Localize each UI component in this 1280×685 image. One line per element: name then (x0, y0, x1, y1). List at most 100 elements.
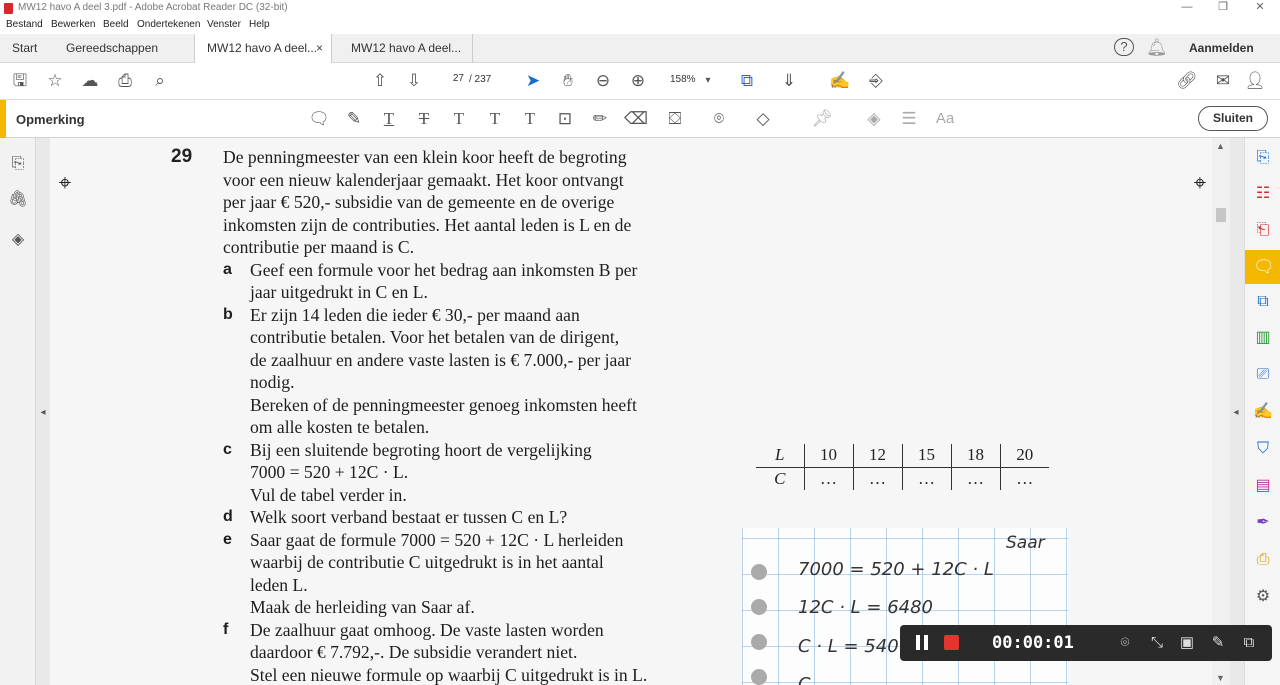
attachments-icon[interactable]: 🖇︎ (8, 190, 28, 210)
send-sign-icon[interactable]: ✒ (1253, 513, 1273, 533)
zoom-dropdown-icon[interactable]: ▾ (701, 71, 715, 91)
attach-icon[interactable]: ⌾ (706, 109, 732, 129)
zoom-out-icon[interactable]: ⊖ (592, 71, 614, 91)
print-icon[interactable]: ⎙ (114, 71, 136, 91)
pencil-icon[interactable]: ✏︎ (589, 109, 611, 129)
screenshot-region-icon[interactable]: ⌾ (1114, 633, 1136, 653)
intro-line: voor een nieuw kalenderjaar gemaakt. Het… (223, 169, 624, 190)
close-comment-button[interactable]: Sluiten (1198, 106, 1268, 131)
draw-icon[interactable]: ✎ (1207, 633, 1229, 653)
zoom-in-icon[interactable]: ⊕ (627, 71, 649, 91)
help-icon[interactable]: ? (1114, 38, 1134, 56)
page-total: / 237 (469, 74, 492, 85)
menu-bewerken[interactable]: Bewerken (51, 19, 95, 30)
tab-close-icon[interactable]: × (316, 34, 323, 62)
page-thumbnails-icon[interactable]: ⎘ (8, 154, 28, 174)
share-link-icon[interactable]: 🔗︎ (1176, 71, 1198, 91)
compare-icon[interactable]: ⎙ (1253, 550, 1273, 570)
menu-venster[interactable]: Venster (207, 19, 241, 30)
comment-tool-active[interactable]: 🗨︎ (1245, 250, 1280, 284)
redact-icon[interactable]: ▤ (1253, 476, 1273, 496)
replace-text-icon[interactable]: T (448, 109, 470, 129)
maximize-button[interactable]: ❐ (1206, 0, 1240, 17)
tab-start[interactable]: Start (0, 34, 54, 63)
add-text-icon[interactable]: T (519, 109, 541, 129)
protect-icon[interactable]: ⛉ (1253, 439, 1273, 459)
tab-tools[interactable]: Gereedschappen (54, 34, 194, 63)
select-cursor-icon[interactable]: ➤ (522, 71, 544, 91)
stop-record-icon[interactable] (944, 635, 959, 650)
stamp-icon[interactable]: ⛋ (662, 109, 688, 129)
export-pdf-icon[interactable]: ⎗ (1253, 220, 1273, 240)
left-navigation-rail: ⎘ 🖇︎ ◈ ◂ (0, 138, 46, 685)
highlight-icon[interactable]: ✎ (343, 109, 365, 129)
text-box-icon[interactable]: ⊡ (554, 109, 576, 129)
question-line: De zaalhuur gaat omhoog. De vaste lasten… (250, 619, 604, 640)
close-window-button[interactable]: ✕ (1243, 0, 1277, 17)
edit-pdf-icon[interactable]: ▥ (1253, 328, 1273, 348)
question-line: Bij een sluitende begroting hoort de ver… (250, 439, 592, 460)
line-weight-icon[interactable]: ☰ (898, 109, 920, 129)
scroll-mode-icon[interactable]: ⇓ (778, 71, 800, 91)
create-pdf-icon[interactable]: ⎘ (1253, 148, 1273, 168)
tab-document-2[interactable]: MW12 havo A deel... (339, 34, 473, 63)
crosshair-icon-right: ⌖ (1193, 170, 1207, 195)
page-up-icon[interactable]: ⇧ (369, 71, 391, 91)
combine-files-icon[interactable]: ⧉ (1253, 292, 1273, 312)
tab-tools-label: Gereedschappen (66, 41, 159, 55)
search-icon[interactable]: ⌕ (149, 71, 171, 91)
menu-ondertekenen[interactable]: Ondertekenen (137, 19, 200, 30)
minimize-button[interactable]: — (1170, 0, 1204, 17)
intro-line: per jaar € 520,- subsidie van de gemeent… (223, 192, 615, 212)
collapse-left-icon[interactable]: ◂ (38, 403, 48, 423)
question-b: b Er zijn 14 leden die ieder € 30,- per … (223, 304, 743, 439)
title-bar: MW12 havo A deel 3.pdf - Adobe Acrobat R… (0, 0, 1280, 17)
insert-text-icon[interactable]: T (484, 109, 506, 129)
question-line: nodig. (250, 372, 295, 392)
font-size-icon[interactable]: Aa (933, 109, 957, 129)
values-table: L 10 12 15 18 20 C … … … … … (756, 444, 1049, 490)
menu-help[interactable]: Help (249, 19, 270, 30)
question-letter: a (223, 260, 232, 278)
fullscreen-icon[interactable]: ⤡ (1146, 633, 1168, 653)
page-down-icon[interactable]: ⇩ (403, 71, 425, 91)
sticky-note-icon[interactable]: 🗨︎ (308, 109, 330, 129)
hand-tool-icon[interactable]: ✋︎ (557, 71, 579, 91)
page-number-input[interactable]: 27 (438, 73, 464, 90)
fill-sign-side-icon[interactable]: ✍ (1253, 402, 1273, 422)
signin-button[interactable]: Aanmelden (1189, 41, 1254, 55)
vertical-scrollbar[interactable]: ▲ ▼ (1212, 138, 1230, 685)
eraser-icon[interactable]: ⌫ (624, 109, 648, 129)
layers-icon[interactable]: ◈ (8, 230, 28, 250)
underline-text-icon[interactable]: T (378, 109, 400, 129)
strikethrough-icon[interactable]: T (413, 109, 435, 129)
star-icon[interactable]: ☆ (44, 71, 66, 91)
pause-icon[interactable] (916, 635, 920, 650)
pin-icon[interactable]: 📌︎ (811, 109, 833, 129)
sign-icon[interactable]: ✍ (829, 71, 851, 91)
minimize-recorder-icon[interactable]: ⧉ (1238, 633, 1260, 653)
cloud-upload-icon[interactable]: ☁ (79, 71, 101, 91)
zoom-level[interactable]: 158% (670, 74, 696, 85)
shapes-icon[interactable]: ◇ (750, 109, 776, 129)
tab-document-active[interactable]: MW12 havo A deel... × (194, 34, 332, 63)
email-icon[interactable]: ✉ (1212, 71, 1234, 91)
more-tools-icon[interactable]: ⚙ (1253, 587, 1273, 607)
question-letter: b (223, 305, 233, 323)
organize-pages-icon[interactable]: ☷ (1253, 184, 1273, 204)
scroll-down-icon[interactable]: ▼ (1216, 673, 1225, 683)
page-layout-icon[interactable]: ⧉ (735, 71, 759, 91)
menu-bestand[interactable]: Bestand (6, 19, 43, 30)
collapse-right-icon[interactable]: ◂ (1231, 403, 1241, 423)
fill-sign-icon[interactable]: ⎆ (865, 71, 887, 91)
scroll-thumb[interactable] (1216, 208, 1226, 222)
save-icon[interactable]: 🖫 (9, 71, 31, 91)
scan-icon[interactable]: ⎚ (1253, 365, 1273, 385)
camera-icon[interactable]: ▣ (1176, 633, 1198, 653)
fill-color-icon[interactable]: ◈ (863, 109, 885, 129)
bell-icon[interactable]: 🔔︎ (1146, 38, 1168, 58)
question-line: Geef een formule voor het bedrag aan ink… (250, 259, 638, 280)
share-user-icon[interactable]: 👤︎ (1244, 71, 1266, 91)
menu-beeld[interactable]: Beeld (103, 19, 129, 30)
scroll-up-icon[interactable]: ▲ (1216, 141, 1225, 151)
